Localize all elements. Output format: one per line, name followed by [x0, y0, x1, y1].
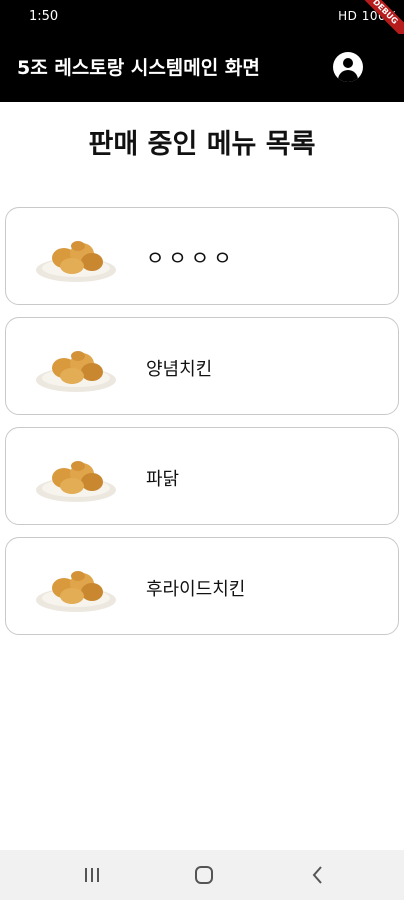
account-circle-icon[interactable] [333, 52, 363, 82]
fried-chicken-image [36, 461, 116, 502]
menu-item-name: ㅇㅇㅇㅇ [146, 246, 236, 270]
menu-item-name: 양념치킨 [146, 359, 213, 380]
fried-chicken-image [36, 351, 116, 392]
back-icon[interactable] [306, 863, 330, 887]
system-nav-bar [0, 850, 404, 900]
menu-item-name: 파닭 [146, 469, 180, 490]
menu-item-card[interactable]: 양념치킨 [5, 317, 399, 415]
recents-icon[interactable] [80, 863, 104, 887]
status-bar: 1:50 HD 100% DEBUG [0, 0, 404, 41]
menu-item-card[interactable]: 파닭 [5, 427, 399, 525]
app-title: 5조 레스토랑 시스템메인 화면 [17, 57, 260, 79]
page-title: 판매 중인 메뉴 목록 [88, 129, 316, 160]
menu-item-card[interactable]: ㅇㅇㅇㅇ [5, 207, 399, 305]
home-icon[interactable] [192, 863, 216, 887]
fried-chicken-image [36, 571, 116, 612]
status-time: 1:50 [29, 9, 59, 24]
fried-chicken-image [36, 241, 116, 282]
menu-item-name: 후라이드치킨 [146, 579, 246, 600]
app-bar: 5조 레스토랑 시스템메인 화면 [0, 34, 404, 102]
menu-item-card[interactable]: 후라이드치킨 [5, 537, 399, 635]
